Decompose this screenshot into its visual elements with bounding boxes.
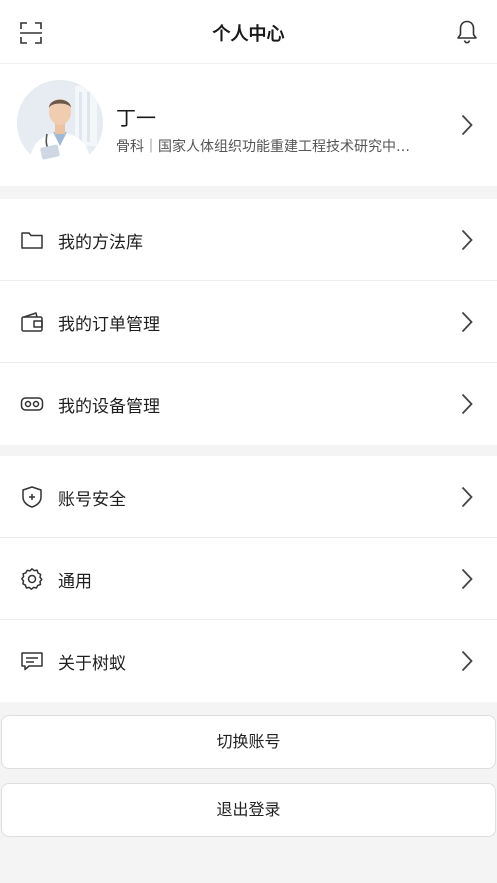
menu-group-library: 我的方法库 我的订单管理 我的设备管理 <box>0 199 497 445</box>
menu-item-account-security[interactable]: 账号安全 <box>0 456 497 538</box>
menu-item-about[interactable]: 关于树蚁 <box>0 620 497 702</box>
chevron-right-icon <box>461 650 473 672</box>
chevron-right-icon <box>461 568 473 590</box>
chevron-right-icon <box>461 486 473 508</box>
chevron-right-icon <box>461 311 473 333</box>
menu-item-label: 我的设备管理 <box>58 397 160 417</box>
gear-icon <box>21 568 43 590</box>
message-icon <box>21 652 43 671</box>
chevron-right-icon <box>461 229 473 251</box>
chevron-right-icon <box>461 114 473 136</box>
menu-item-general[interactable]: 通用 <box>0 538 497 620</box>
profile-name: 丁一 <box>116 106 156 130</box>
menu-item-label: 通用 <box>58 572 92 592</box>
profile-description: 骨科｜国家人体组织功能重建工程技术研究中… <box>116 139 410 155</box>
chevron-right-icon <box>461 393 473 415</box>
top-bar: 个人中心 <box>0 0 497 64</box>
menu-item-order-management[interactable]: 我的订单管理 <box>0 281 497 363</box>
vr-headset-icon <box>20 397 44 411</box>
bell-icon[interactable] <box>455 19 479 45</box>
profile-card[interactable]: 丁一 骨科｜国家人体组织功能重建工程技术研究中… <box>0 64 497 186</box>
logout-button[interactable]: 退出登录 <box>1 783 496 837</box>
menu-item-label: 我的订单管理 <box>58 315 160 335</box>
folder-icon <box>21 232 43 249</box>
menu-group-settings: 账号安全 通用 关于树蚁 <box>0 456 497 702</box>
menu-item-device-management[interactable]: 我的设备管理 <box>0 363 497 445</box>
menu-item-method-library[interactable]: 我的方法库 <box>0 199 497 281</box>
menu-item-label: 关于树蚁 <box>58 654 126 674</box>
wallet-icon <box>21 312 43 332</box>
page-title: 个人中心 <box>212 24 285 45</box>
shield-plus-icon <box>22 486 42 508</box>
avatar <box>17 80 103 166</box>
menu-item-label: 账号安全 <box>58 490 126 510</box>
switch-account-button[interactable]: 切换账号 <box>1 715 496 769</box>
menu-item-label: 我的方法库 <box>58 233 143 253</box>
